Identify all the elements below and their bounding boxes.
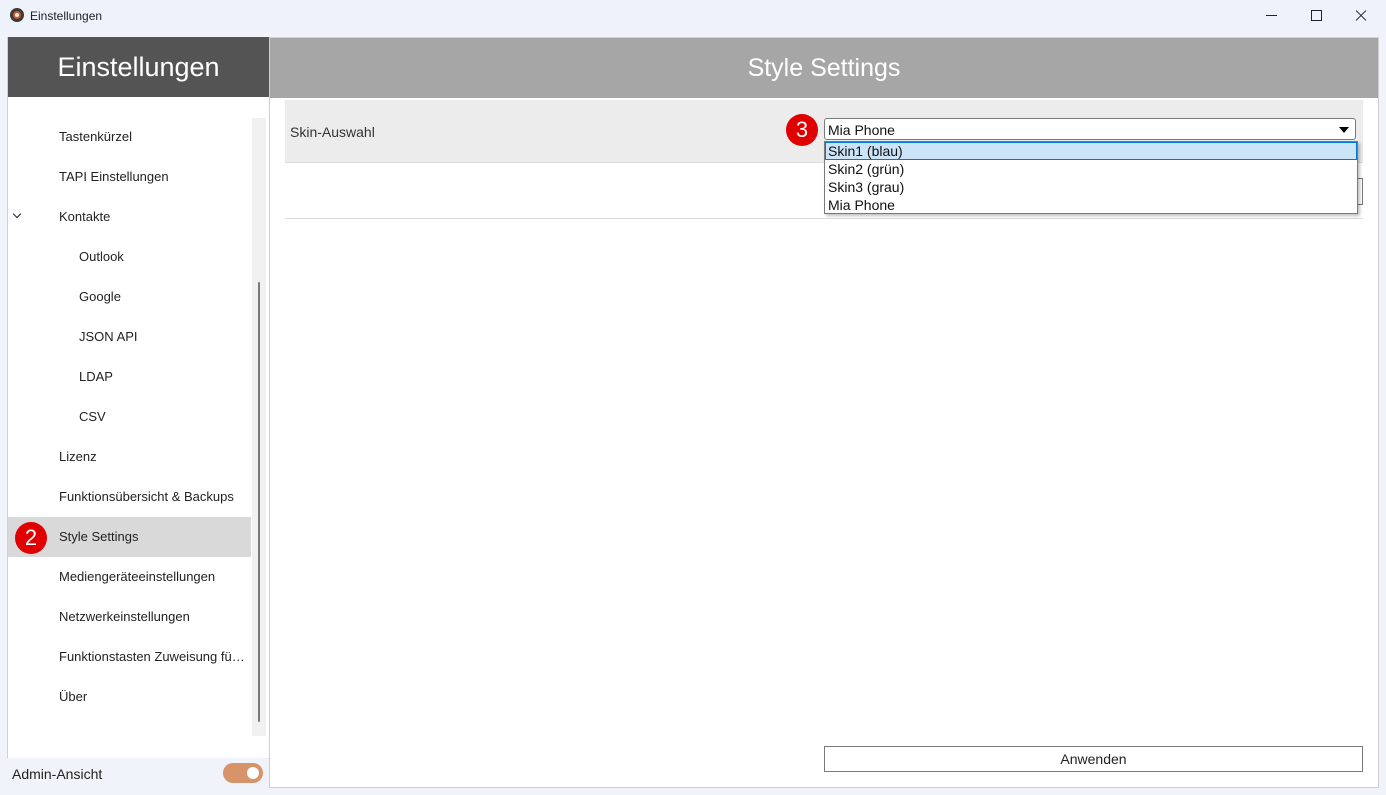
sidebar-item-tapi[interactable]: TAPI Einstellungen [8, 157, 251, 197]
sidebar-item-label: Netzwerkeinstellungen [59, 609, 190, 624]
skin-option-skin1[interactable]: Skin1 (blau) [825, 142, 1357, 160]
chevron-down-icon[interactable] [12, 209, 22, 219]
sidebar-item-google[interactable]: Google [8, 277, 251, 317]
sidebar-item-mediengeraete[interactable]: Mediengeräteeinstellungen [8, 557, 251, 597]
step-badge-2: 2 [15, 522, 47, 554]
sidebar-item-funktionsuebersicht[interactable]: Funktionsübersicht & Backups [8, 477, 251, 517]
sidebar-item-label: Funktionstasten Zuweisung fü… [59, 649, 245, 664]
page-title: Style Settings [270, 38, 1378, 98]
hidden-control [1358, 178, 1363, 205]
settings-sidebar: Einstellungen Tastenkürzel TAPI Einstell… [7, 37, 269, 759]
sidebar-item-lizenz[interactable]: Lizenz [8, 437, 251, 477]
skin-dropdown-list: Skin1 (blau) Skin2 (grün) Skin3 (grau) M… [824, 141, 1358, 214]
sidebar-item-netzwerk[interactable]: Netzwerkeinstellungen [8, 597, 251, 637]
skin-option-mia-phone[interactable]: Mia Phone [825, 196, 1357, 214]
sidebar-item-label: LDAP [79, 369, 113, 384]
maximize-icon[interactable] [1293, 0, 1339, 32]
app-logo-icon [10, 8, 24, 22]
minimize-icon[interactable] [1249, 0, 1295, 32]
sidebar-item-label: Google [79, 289, 121, 304]
divider [285, 218, 1363, 219]
sidebar-item-tastenkuerzel[interactable]: Tastenkürzel [8, 117, 251, 157]
toggle-knob [247, 767, 259, 779]
skin-select-value: Mia Phone [828, 122, 895, 138]
skin-select[interactable]: Mia Phone [824, 118, 1356, 140]
skin-label: Skin-Auswahl [290, 124, 375, 140]
dropdown-arrow-icon[interactable] [1339, 127, 1349, 133]
nav-list: Tastenkürzel TAPI Einstellungen Kontakte… [8, 117, 251, 717]
step-badge-3: 3 [786, 114, 818, 146]
admin-view-label: Admin-Ansicht [12, 766, 103, 782]
sidebar-title: Einstellungen [8, 37, 269, 97]
sidebar-item-kontakte[interactable]: Kontakte [8, 197, 251, 237]
sidebar-scrollbar[interactable] [252, 118, 266, 736]
sidebar-item-outlook[interactable]: Outlook [8, 237, 251, 277]
scrollbar-thumb[interactable] [258, 282, 260, 722]
sidebar-item-funktionstasten[interactable]: Funktionstasten Zuweisung fü… [8, 637, 251, 677]
sidebar-item-csv[interactable]: CSV [8, 397, 251, 437]
sidebar-item-ldap[interactable]: LDAP [8, 357, 251, 397]
sidebar-item-label: Tastenkürzel [59, 129, 132, 144]
admin-view-toggle[interactable] [223, 763, 263, 783]
sidebar-item-json-api[interactable]: JSON API [8, 317, 251, 357]
sidebar-item-label: CSV [79, 409, 106, 424]
close-icon[interactable] [1338, 0, 1384, 32]
sidebar-item-label: JSON API [79, 329, 138, 344]
sidebar-item-label: Kontakte [59, 209, 111, 224]
window-title: Einstellungen [30, 9, 103, 23]
apply-button[interactable]: Anwenden [824, 746, 1363, 772]
sidebar-item-label: Lizenz [59, 449, 97, 464]
sidebar-item-ueber[interactable]: Über [8, 677, 251, 717]
sidebar-item-label: TAPI Einstellungen [59, 169, 169, 184]
sidebar-item-label: Funktionsübersicht & Backups [59, 489, 234, 504]
skin-option-skin3[interactable]: Skin3 (grau) [825, 178, 1357, 196]
sidebar-item-label: Style Settings [59, 529, 139, 544]
sidebar-item-label: Outlook [79, 249, 124, 264]
skin-option-skin2[interactable]: Skin2 (grün) [825, 160, 1357, 178]
sidebar-item-label: Über [59, 689, 88, 704]
sidebar-footer: Admin-Ansicht [7, 758, 268, 788]
sidebar-item-label: Mediengeräteeinstellungen [59, 569, 216, 584]
title-bar: Einstellungen [0, 0, 1386, 32]
